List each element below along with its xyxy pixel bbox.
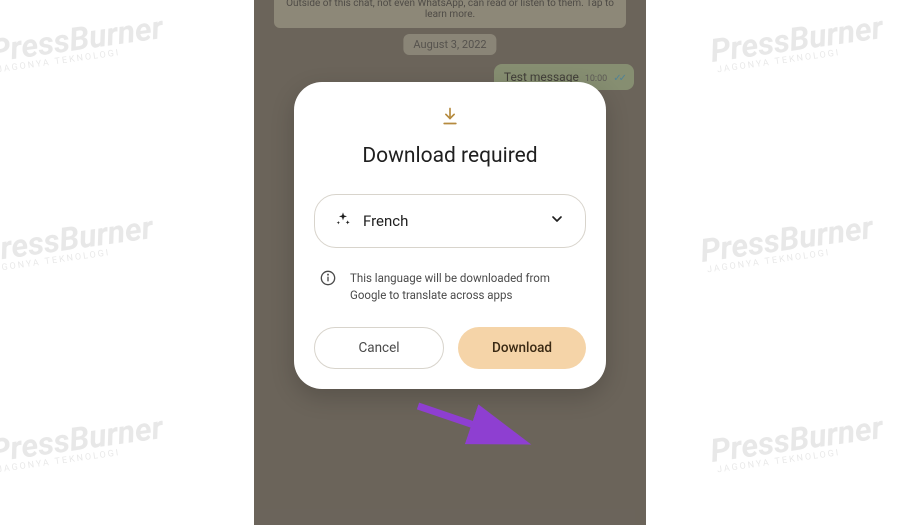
dialog-title: Download required bbox=[314, 144, 586, 168]
cancel-button[interactable]: Cancel bbox=[314, 327, 444, 369]
watermark: PressBurnerJAGONYA TEKNOLOGI bbox=[0, 408, 166, 476]
download-icon bbox=[314, 106, 586, 126]
info-text: This language will be downloaded from Go… bbox=[350, 270, 580, 303]
info-icon bbox=[320, 270, 336, 290]
info-row: This language will be downloaded from Go… bbox=[314, 270, 586, 303]
watermark: PressBurnerJAGONYA TEKNOLOGI bbox=[698, 208, 876, 276]
watermark: PressBurnerJAGONYA TEKNOLOGI bbox=[708, 8, 886, 76]
selected-language: French bbox=[363, 212, 537, 230]
watermark: PressBurnerJAGONYA TEKNOLOGI bbox=[708, 408, 886, 476]
sparkle-icon bbox=[335, 211, 351, 231]
language-selector[interactable]: French bbox=[314, 194, 586, 248]
button-row: Cancel Download bbox=[314, 327, 586, 369]
watermark: PressBurnerJAGONYA TEKNOLOGI bbox=[0, 208, 156, 276]
watermark: PressBurnerJAGONYA TEKNOLOGI bbox=[0, 8, 166, 76]
chevron-down-icon bbox=[549, 211, 565, 231]
download-button[interactable]: Download bbox=[458, 327, 586, 369]
download-dialog: Download required French This language w… bbox=[294, 82, 606, 389]
